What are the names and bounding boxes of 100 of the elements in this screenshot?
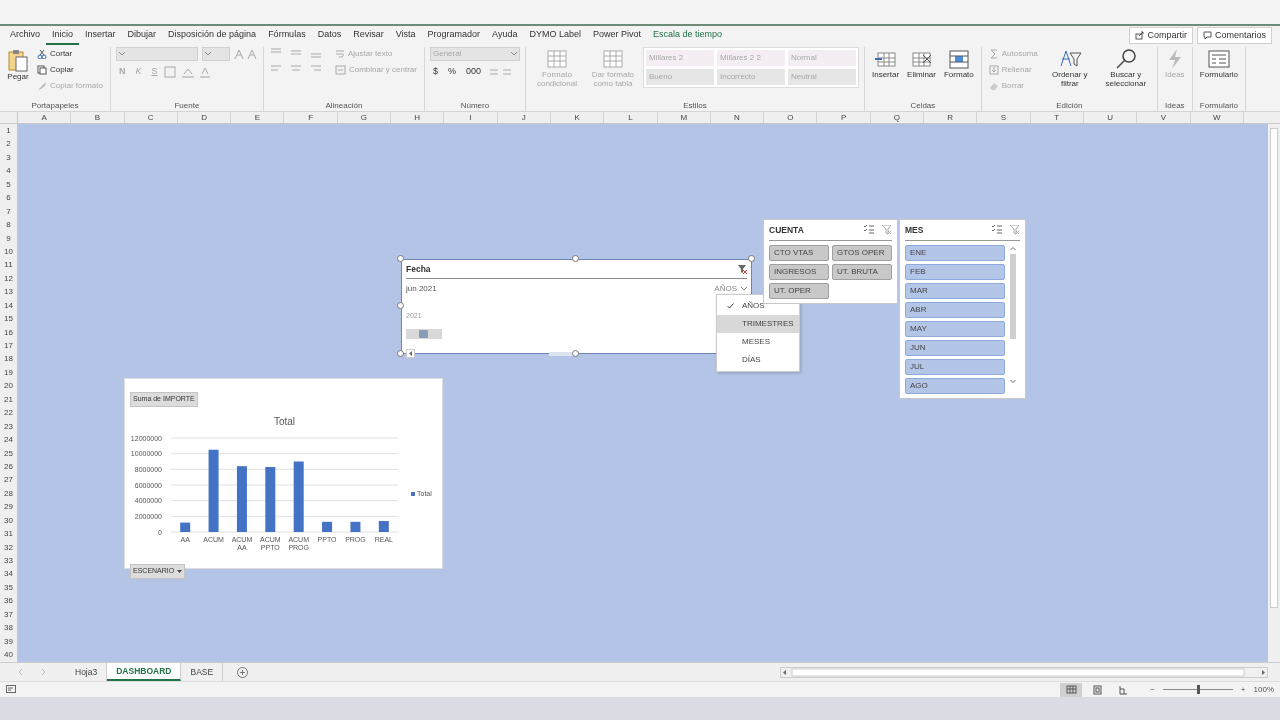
column-header[interactable]: G xyxy=(337,112,392,123)
zoom-in-button[interactable]: + xyxy=(1240,683,1246,696)
ribbon-tab[interactable]: Vista xyxy=(389,26,422,45)
sheet-tab[interactable]: DASHBOARD xyxy=(107,662,182,682)
resize-handle[interactable] xyxy=(397,350,404,357)
ribbon-button[interactable]: Copiar xyxy=(35,63,105,77)
resize-handle[interactable] xyxy=(572,350,579,357)
row-header[interactable]: 27 xyxy=(0,473,17,487)
row-header[interactable]: 12 xyxy=(0,271,17,286)
column-header[interactable]: Q xyxy=(870,112,925,123)
slicer-item[interactable]: MAR xyxy=(905,282,1005,299)
row-header[interactable]: 37 xyxy=(0,607,17,622)
row-header[interactable]: 13 xyxy=(0,285,17,299)
row-header[interactable]: 21 xyxy=(0,392,17,407)
row-header[interactable]: 23 xyxy=(0,419,17,434)
row-header[interactable]: 17 xyxy=(0,339,17,353)
ribbon-button[interactable]: Ordenar y filtrar xyxy=(1043,47,1096,90)
row-header[interactable]: 8 xyxy=(0,218,17,232)
row-header[interactable]: 5 xyxy=(0,177,17,192)
row-header[interactable]: 14 xyxy=(0,298,17,313)
column-header[interactable]: L xyxy=(604,112,658,123)
column-header[interactable]: W xyxy=(1190,112,1244,123)
row-header[interactable]: 18 xyxy=(0,352,17,366)
column-header[interactable]: T xyxy=(1030,112,1084,123)
normal-view-button[interactable] xyxy=(1060,682,1083,697)
ribbon-tab[interactable]: DYMO Label xyxy=(523,26,587,45)
zoom-out-button[interactable]: − xyxy=(1150,683,1155,696)
column-header[interactable]: J xyxy=(497,112,551,123)
menu-item[interactable]: TRIMESTRES xyxy=(717,315,799,333)
column-header[interactable]: B xyxy=(71,112,125,123)
ribbon-tab[interactable]: Ayuda xyxy=(486,26,524,45)
row-header[interactable]: 34 xyxy=(0,567,17,581)
ribbon-button[interactable]: Buscar y seleccionar xyxy=(1099,47,1152,90)
menu-item[interactable]: MESES xyxy=(717,333,799,351)
column-header[interactable]: O xyxy=(764,112,818,123)
ribbon-tab[interactable]: Dibujar xyxy=(121,26,163,45)
row-header[interactable]: 15 xyxy=(0,312,17,326)
row-header[interactable]: 6 xyxy=(0,191,17,205)
row-header[interactable]: 2 xyxy=(0,137,17,151)
column-header[interactable]: C xyxy=(124,112,178,123)
row-header[interactable]: 33 xyxy=(0,554,17,568)
ribbon-tab[interactable]: Fórmulas xyxy=(262,26,312,45)
row-header[interactable]: 24 xyxy=(0,433,17,447)
row-header[interactable]: 3 xyxy=(0,150,17,165)
column-header[interactable]: I xyxy=(444,112,498,123)
ribbon-button[interactable]: Insertar xyxy=(869,47,902,81)
row-header[interactable]: 19 xyxy=(0,365,17,380)
menu-item[interactable]: DÍAS xyxy=(717,351,799,369)
slicer-item[interactable]: JUN xyxy=(905,339,1005,356)
column-header[interactable]: M xyxy=(657,112,711,123)
column-header[interactable]: S xyxy=(977,112,1031,123)
horizontal-scrollbar[interactable] xyxy=(780,666,1268,678)
row-header[interactable]: 1 xyxy=(0,124,17,138)
macro-record-icon[interactable] xyxy=(6,685,16,694)
clear-filter-icon[interactable] xyxy=(738,264,747,274)
row-header[interactable]: 40 xyxy=(0,648,17,662)
ribbon-tab[interactable]: Escala de tiempo xyxy=(647,26,729,45)
ribbon-tab[interactable]: Revisar xyxy=(347,26,390,45)
column-header[interactable]: N xyxy=(710,112,765,123)
scroll-left-button[interactable] xyxy=(406,349,415,359)
vertical-scrollbar[interactable] xyxy=(1268,124,1280,662)
slicer-item[interactable]: GTOS OPER xyxy=(832,244,892,261)
slicer-item[interactable]: MAY xyxy=(905,320,1005,337)
row-header[interactable]: 36 xyxy=(0,594,17,608)
ribbon-button[interactable]: Formulario xyxy=(1197,47,1241,81)
timeline-bar[interactable] xyxy=(406,329,442,339)
column-header[interactable]: V xyxy=(1137,112,1191,123)
ribbon-button[interactable]: Cortar xyxy=(35,47,105,61)
row-header[interactable]: 29 xyxy=(0,500,17,514)
row-header[interactable]: 35 xyxy=(0,580,17,595)
column-header[interactable]: E xyxy=(231,112,285,123)
row-header[interactable]: 39 xyxy=(0,634,17,649)
slicer-item[interactable]: JUL xyxy=(905,358,1005,375)
slicer-item[interactable]: ENE xyxy=(905,244,1005,261)
column-header[interactable]: K xyxy=(550,112,605,123)
row-header[interactable]: 26 xyxy=(0,459,17,474)
resize-handle[interactable] xyxy=(397,255,404,262)
slicer-item[interactable]: UT. BRUTA xyxy=(832,263,892,280)
share-button[interactable]: Compartir xyxy=(1129,26,1193,45)
ribbon-tab[interactable]: Power Pivot xyxy=(586,26,647,45)
time-level-dropdown[interactable]: AÑOS xyxy=(714,282,747,295)
vertical-scrollbar[interactable] xyxy=(1009,244,1017,385)
ribbon-tab[interactable]: Disposición de página xyxy=(162,26,263,45)
row-header[interactable]: 4 xyxy=(0,164,17,178)
column-header[interactable]: F xyxy=(284,112,338,123)
row-header[interactable]: 16 xyxy=(0,325,17,339)
slicer-item[interactable]: ABR xyxy=(905,301,1005,318)
row-header[interactable]: 32 xyxy=(0,540,17,554)
row-header[interactable]: 28 xyxy=(0,486,17,501)
column-header[interactable]: D xyxy=(177,112,232,123)
row-header[interactable]: 10 xyxy=(0,244,17,259)
row-header[interactable]: 25 xyxy=(0,446,17,460)
row-header[interactable]: 11 xyxy=(0,258,17,272)
row-header[interactable]: 20 xyxy=(0,379,17,393)
column-header[interactable]: P xyxy=(817,112,871,123)
column-header[interactable]: R xyxy=(924,112,978,123)
ribbon-tab[interactable]: Archivo xyxy=(4,26,46,45)
multi-select-icon[interactable] xyxy=(864,225,874,235)
add-sheet-icon[interactable] xyxy=(237,666,249,678)
row-header[interactable]: 30 xyxy=(0,513,17,528)
